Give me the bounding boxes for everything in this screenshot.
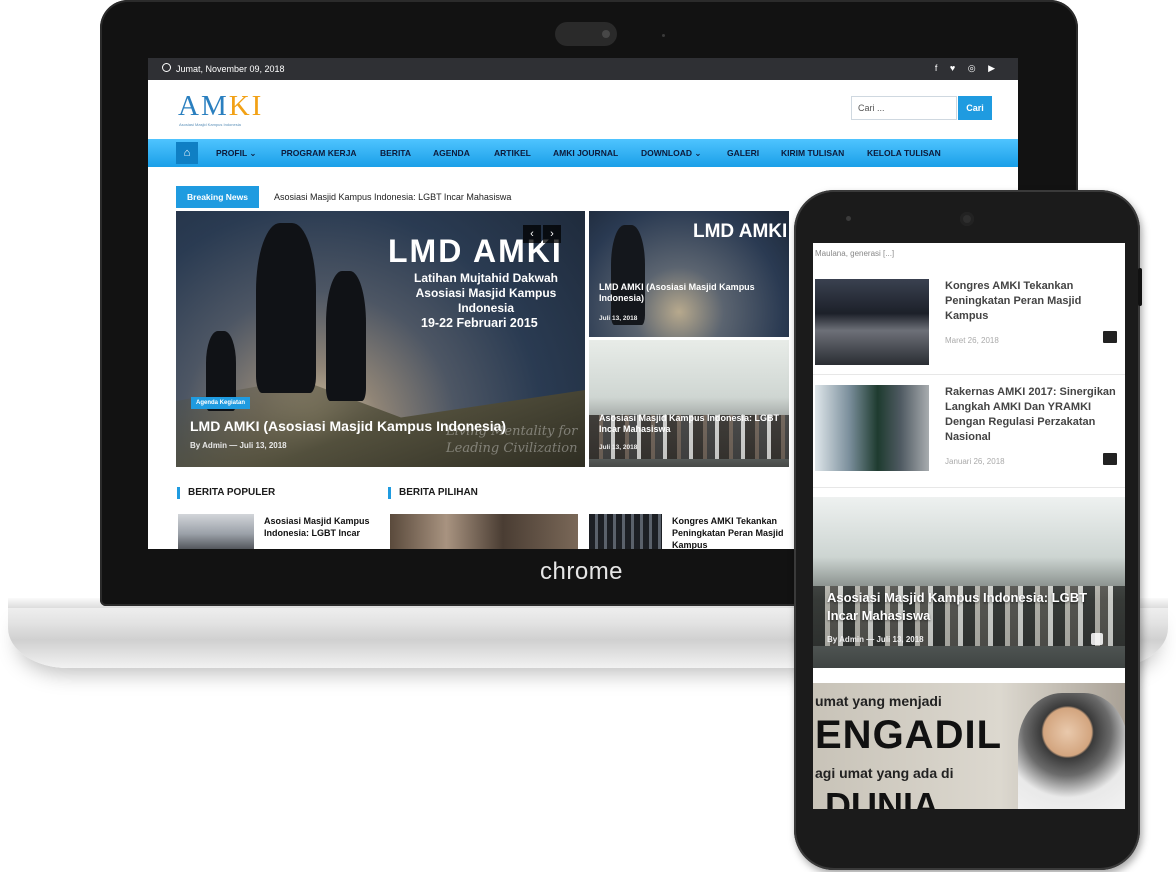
breaking-news-text[interactable]: Asosiasi Masjid Kampus Indonesia: LGBT I… [274, 192, 511, 202]
post-thumbnail[interactable] [815, 279, 929, 365]
nav-item-agenda[interactable]: AGENDA [433, 148, 470, 158]
featured-card[interactable]: Asosiasi Masjid Kampus Indonesia: LGBT I… [589, 340, 789, 467]
post-thumbnail[interactable] [390, 514, 578, 549]
category-badge[interactable]: Agenda Kegiatan [191, 397, 251, 409]
card-date: Juli 13, 2018 [599, 444, 638, 451]
post-title[interactable]: Kongres AMKI Tekankan Peningkatan Peran … [945, 279, 1120, 324]
comment-icon[interactable] [1103, 453, 1117, 465]
featured-post-title[interactable]: Asosiasi Masjid Kampus Indonesia: LGBT I… [827, 589, 1117, 625]
nav-item-berita[interactable]: BERITA [380, 148, 411, 158]
list-item[interactable]: Rakernas AMKI 2017: Sinergikan Langkah A… [813, 376, 1125, 488]
card-banner-title: LMD AMKI [693, 221, 788, 242]
camera-indicator [662, 34, 665, 37]
featured-post-meta: By Admin — Juli 13, 2018 [827, 635, 924, 644]
hero-post-title[interactable]: LMD AMKI (Asosiasi Masjid Kampus Indones… [190, 418, 506, 434]
phone-screen: Maulana, generasi [...] Kongres AMKI Tek… [813, 243, 1125, 809]
video-thumbnail[interactable]: umat yang menjadi ENGADIL agi umat yang … [813, 683, 1125, 809]
nav-item-amki-journal[interactable]: AMKI JOURNAL [553, 148, 618, 158]
chevron-left-icon[interactable]: ‹ [523, 225, 541, 243]
camera-icon [960, 212, 974, 226]
clock-icon [162, 63, 171, 72]
social-icons[interactable]: f ♥ ◎ ▶ [935, 63, 1000, 74]
post-thumbnail[interactable] [815, 385, 929, 471]
search-input[interactable]: Cari ... [851, 96, 957, 120]
site-logo[interactable]: AMKI [178, 90, 263, 123]
logo-subtitle: Asosiasi Masjid Kampus Indonesia [179, 122, 241, 127]
post-date: Maret 26, 2018 [945, 336, 999, 345]
card-title: LMD AMKI (Asosiasi Masjid Kampus Indones… [599, 282, 755, 303]
hero-banner-date: 19-22 Februari 2015 [421, 316, 538, 330]
post-thumbnail[interactable] [178, 514, 254, 549]
card-image-hiker [611, 225, 645, 325]
video-caption-line: DUNIA [825, 785, 939, 809]
hero-post-meta: By Admin — Juli 13, 2018 [190, 441, 287, 450]
post-excerpt: Maulana, generasi [...] [815, 249, 895, 258]
search-button[interactable]: Cari [958, 96, 992, 120]
nav-item-download[interactable]: DOWNLOAD ⌄ [641, 148, 701, 159]
nav-item-galeri[interactable]: GALERI [727, 148, 759, 158]
video-caption-line: agi umat yang ada di [815, 765, 954, 781]
logo-text-ki: KI [228, 90, 264, 122]
post-thumbnail[interactable] [589, 514, 662, 549]
slider-controls: ‹ › [523, 224, 563, 243]
section-heading-populer: BERITA POPULER [177, 487, 275, 499]
chevron-right-icon[interactable]: › [543, 225, 561, 243]
post-date: Januari 26, 2018 [945, 457, 1005, 466]
nav-item-kirim-tulisan[interactable]: KIRIM TULISAN [781, 148, 844, 158]
card-date: Juli 13, 2018 [599, 315, 638, 322]
video-speaker [1018, 693, 1125, 809]
current-date: Jumat, November 09, 2018 [176, 64, 285, 74]
device-mockup: chrome Jumat, November 09, 2018 f ♥ ◎ ▶ … [0, 0, 1176, 872]
home-icon[interactable]: ⌂ [176, 142, 198, 164]
featured-post[interactable]: Asosiasi Masjid Kampus Indonesia: LGBT I… [813, 497, 1125, 668]
nav-item-kelola-tulisan[interactable]: KELOLA TULISAN [867, 148, 941, 158]
video-caption-line: ENGADIL [815, 713, 1002, 757]
hero-image-hiker [326, 271, 366, 401]
hero-image-hiker [256, 223, 316, 393]
nav-item-profil[interactable]: PROFIL ⌄ [216, 148, 257, 159]
site-header: AMKI Asosiasi Masjid Kampus Indonesia Ca… [148, 80, 1018, 138]
hero-banner-subtitle: Latihan Mujtahid Dakwah Asosiasi Masjid … [413, 271, 558, 315]
card-title: Asosiasi Masjid Kampus Indonesia: LGBT I… [599, 413, 780, 434]
post-title[interactable]: Rakernas AMKI 2017: Sinergikan Langkah A… [945, 385, 1120, 445]
section-heading-pilihan: BERITA PILIHAN [388, 487, 478, 499]
nav-item-artikel[interactable]: ARTIKEL [494, 148, 531, 158]
nav-item-program-kerja[interactable]: PROGRAM KERJA [281, 148, 357, 158]
chrome-brand-label: chrome [540, 558, 624, 585]
logo-text-am: AM [178, 90, 229, 122]
comment-icon[interactable] [1103, 331, 1117, 343]
main-nav: ⌂ PROFIL ⌄ PROGRAM KERJA BERITA AGENDA A… [148, 139, 1018, 167]
featured-card[interactable]: LMD AMKI LMD AMKI (Asosiasi Masjid Kampu… [589, 211, 789, 337]
list-item[interactable]: Kongres AMKI Tekankan Peningkatan Peran … [813, 273, 1125, 375]
breaking-news-label: Breaking News [176, 186, 259, 208]
video-caption-line: umat yang menjadi [815, 693, 942, 709]
comment-icon[interactable] [1091, 633, 1103, 645]
selected-post-title[interactable]: Kongres AMKI Tekankan Peningkatan Peran … [672, 515, 790, 549]
phone-sensor [846, 216, 851, 221]
top-bar: Jumat, November 09, 2018 f ♥ ◎ ▶ [148, 58, 1018, 80]
camera-icon [602, 30, 610, 38]
popular-post-title[interactable]: Asosiasi Masjid Kampus Indonesia: LGBT I… [264, 515, 374, 539]
hero-slider[interactable]: LMD AMKI Latihan Mujtahid Dakwah Asosias… [176, 211, 585, 467]
phone-side-button [1138, 268, 1142, 306]
